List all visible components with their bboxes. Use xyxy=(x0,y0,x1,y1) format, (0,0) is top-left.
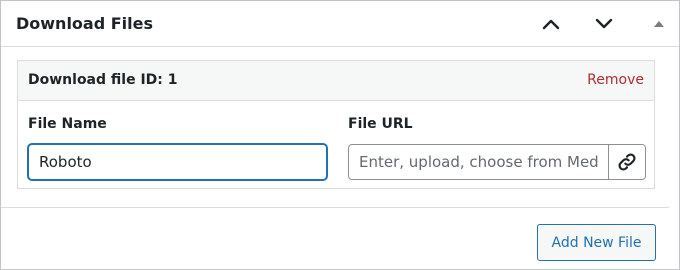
choose-file-button[interactable] xyxy=(608,145,645,179)
file-name-label: File Name xyxy=(28,116,107,132)
link-icon xyxy=(618,153,636,171)
file-url-input[interactable] xyxy=(349,145,609,179)
footer-divider xyxy=(1,207,669,208)
panel-title: Download Files xyxy=(16,14,154,33)
download-files-panel: Download Files Download file ID: 1 Remov… xyxy=(0,0,680,270)
file-id-label: Download file ID: 1 xyxy=(28,72,178,88)
chevron-down-icon xyxy=(595,18,613,29)
panel-header: Download Files xyxy=(1,1,679,47)
file-name-input[interactable] xyxy=(28,144,327,180)
file-url-label: File URL xyxy=(348,116,413,132)
remove-link[interactable]: Remove xyxy=(587,72,644,88)
toggle-panel-button[interactable] xyxy=(644,9,674,39)
add-new-file-button[interactable]: Add New File xyxy=(537,224,656,261)
chevron-up-icon xyxy=(542,19,560,30)
move-up-button[interactable] xyxy=(536,9,566,39)
file-item-header: Download file ID: 1 Remove xyxy=(18,61,654,101)
caret-up-icon xyxy=(654,21,664,27)
move-down-button[interactable] xyxy=(589,9,619,39)
download-file-item: Download file ID: 1 Remove File Name Fil… xyxy=(17,60,655,189)
file-url-field xyxy=(348,144,646,180)
